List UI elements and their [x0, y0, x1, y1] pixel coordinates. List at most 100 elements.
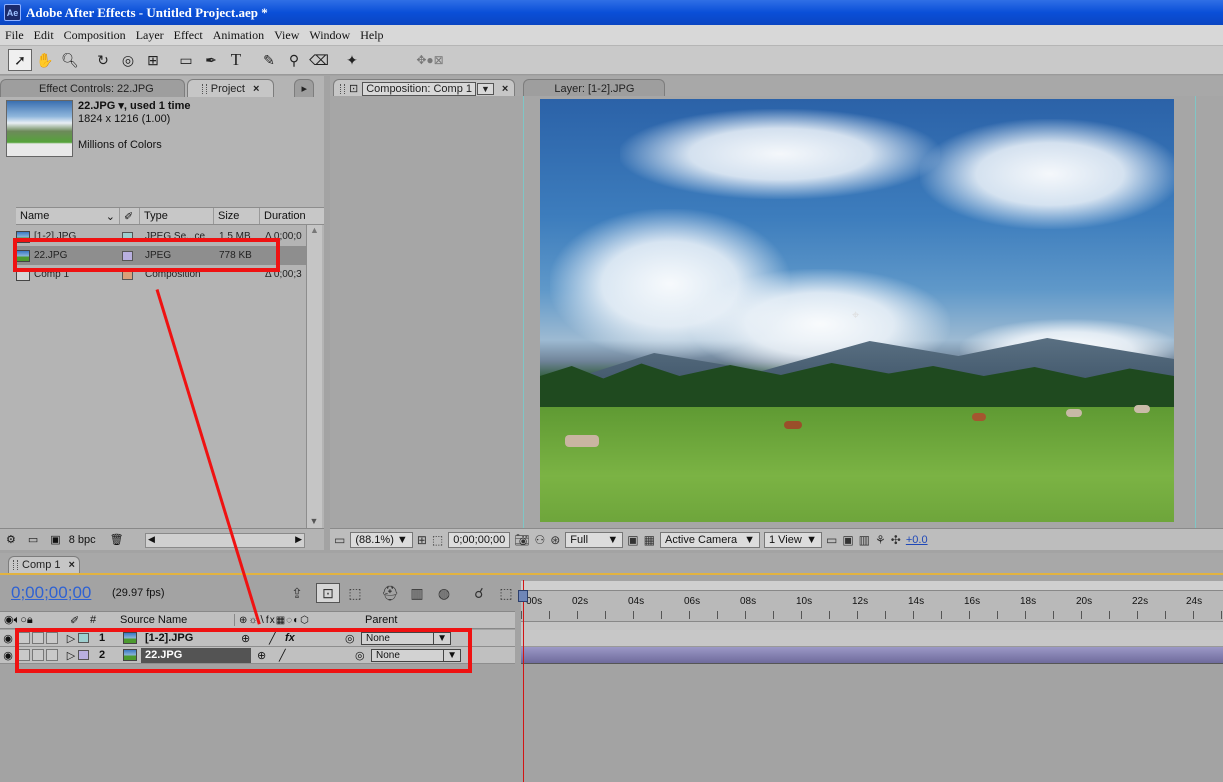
- motion-blur-icon[interactable]: ◍: [432, 583, 456, 603]
- menu-animation[interactable]: Animation: [208, 28, 269, 43]
- menu-window[interactable]: Window: [304, 28, 355, 43]
- reset-exposure-icon[interactable]: ✣: [891, 533, 901, 547]
- pixel-aspect-icon[interactable]: ▭: [826, 533, 837, 547]
- column-parent[interactable]: Parent: [365, 614, 465, 626]
- current-time-field[interactable]: 0;00;00;00: [448, 531, 511, 548]
- tab-layer-label: Layer: [1-2].JPG: [554, 82, 635, 95]
- resolution-dropdown[interactable]: Full ▼: [565, 531, 624, 548]
- project-item-info: 22.JPG ▾, used 1 time 1824 x 1216 (1.00)…: [6, 100, 326, 164]
- composition-viewer[interactable]: ⌖: [330, 96, 1223, 528]
- panel-menu-button[interactable]: ▸: [294, 79, 314, 97]
- mask-visibility-icon[interactable]: ⬚: [432, 533, 443, 547]
- hide-shy-layers-icon[interactable]: ⛑: [378, 583, 402, 603]
- menu-help[interactable]: Help: [355, 28, 388, 43]
- comp-mini-flowchart-icon[interactable]: ⇪: [285, 583, 309, 603]
- scroll-up-icon[interactable]: ▲: [307, 225, 322, 235]
- graph-editor-icon[interactable]: ⬚: [494, 583, 518, 603]
- new-folder-icon[interactable]: ▭: [28, 533, 38, 546]
- tab-composition[interactable]: ⊡ Composition: Comp 1 ▼ ×: [333, 79, 516, 97]
- column-label-icon[interactable]: ✐: [120, 208, 140, 224]
- chevron-down-icon: ⌄: [105, 210, 115, 223]
- scroll-down-icon[interactable]: ▼: [307, 516, 321, 526]
- camera-dropdown[interactable]: Active Camera ▼: [659, 531, 760, 548]
- type-tool-icon[interactable]: T: [224, 49, 248, 71]
- clone-stamp-icon[interactable]: ⚲: [282, 49, 306, 71]
- transparency-grid-icon[interactable]: ▦: [644, 533, 655, 547]
- fast-previews-icon[interactable]: ▣: [842, 533, 853, 547]
- eye-icon[interactable]: ◉: [0, 647, 16, 663]
- scroll-right-icon[interactable]: ▶: [295, 534, 302, 545]
- live-update-icon[interactable]: ⊡: [316, 583, 340, 603]
- selection-tool-icon[interactable]: ➚: [8, 49, 32, 71]
- eye-icon[interactable]: ◉: [0, 630, 16, 646]
- tab-project[interactable]: Project ×: [186, 79, 275, 97]
- label-column-icon[interactable]: ✐: [70, 614, 90, 627]
- new-composition-icon[interactable]: ▣: [50, 533, 60, 546]
- selected-item-name[interactable]: 22.JPG ▾, used 1 time: [78, 100, 191, 113]
- composition-tabs: ⊡ Composition: Comp 1 ▼ × Layer: [1-2].J…: [333, 77, 667, 97]
- region-of-interest-icon[interactable]: ▣: [627, 533, 638, 547]
- timeline-icon[interactable]: ▥: [859, 533, 870, 547]
- zoom-tool-icon[interactable]: 🔍︎: [58, 49, 82, 71]
- rotation-tool-icon[interactable]: ↻: [91, 49, 115, 71]
- close-icon[interactable]: ×: [253, 83, 259, 95]
- time-ruler[interactable]: 00s 02s 04s 06s 08s 10s 12s 14s 16s 18s …: [521, 581, 1223, 631]
- scroll-left-icon[interactable]: ◀: [148, 534, 155, 545]
- column-duration[interactable]: Duration: [260, 208, 324, 224]
- column-size[interactable]: Size: [214, 208, 260, 224]
- draft-3d-icon[interactable]: ⬚: [343, 583, 367, 603]
- show-snapshot-icon[interactable]: ⚇: [534, 533, 545, 547]
- menu-edit[interactable]: Edit: [29, 28, 59, 43]
- chevron-down-icon[interactable]: ▼: [477, 82, 494, 95]
- exposure-value[interactable]: +0.0: [906, 534, 928, 546]
- menu-composition[interactable]: Composition: [59, 28, 131, 43]
- eraser-icon[interactable]: ⌫: [307, 49, 331, 71]
- orbit-camera-icon[interactable]: ◎: [116, 49, 140, 71]
- tab-layer[interactable]: Layer: [1-2].JPG: [523, 79, 666, 97]
- color-depth-button[interactable]: 8 bpc: [69, 534, 96, 546]
- layer-duration-bar[interactable]: [521, 647, 1223, 664]
- hand-tool-icon[interactable]: ✋: [33, 49, 57, 71]
- close-icon[interactable]: ×: [69, 559, 75, 571]
- flowchart-icon[interactable]: ⚘: [875, 533, 886, 547]
- current-time-indicator[interactable]: [523, 580, 524, 782]
- menu-file[interactable]: File: [0, 28, 29, 43]
- project-horizontal-scrollbar[interactable]: ◀ ▶: [145, 533, 305, 548]
- axis-mode-icons[interactable]: ✥●⊠: [405, 49, 455, 71]
- always-preview-icon[interactable]: ▭: [334, 533, 345, 547]
- menu-layer[interactable]: Layer: [131, 28, 169, 43]
- pan-behind-icon[interactable]: ⊞: [141, 49, 165, 71]
- project-vertical-scrollbar[interactable]: ▲ ▼: [306, 225, 322, 528]
- lock-icon[interactable]: ⊡: [349, 82, 358, 95]
- timeline-current-time[interactable]: 0;00;00;00: [11, 583, 91, 603]
- pen-tool-icon[interactable]: ✒: [199, 49, 223, 71]
- menu-view[interactable]: View: [269, 28, 304, 43]
- safe-margins-icon[interactable]: ⊞: [417, 533, 427, 547]
- layer-duration-bar[interactable]: [521, 630, 1223, 647]
- column-source-name[interactable]: Source Name: [120, 614, 235, 626]
- column-type[interactable]: Type: [140, 208, 214, 224]
- footage-thumbnail: [6, 100, 73, 157]
- interpret-footage-icon[interactable]: ⚙: [6, 533, 16, 546]
- view-layout-dropdown[interactable]: 1 View ▼: [763, 531, 822, 548]
- menu-effect[interactable]: Effect: [169, 28, 208, 43]
- brush-tool-icon[interactable]: ✎: [257, 49, 281, 71]
- project-footer: ⚙ ▭ ▣ 8 bpc 🗑︎ ◀ ▶: [0, 528, 324, 550]
- column-name[interactable]: Name ⌄: [16, 208, 120, 224]
- selected-item-dimensions: 1824 x 1216 (1.00): [78, 113, 171, 125]
- tab-composition-label: Composition: Comp 1: [362, 81, 476, 96]
- puppet-pin-icon[interactable]: ✦: [340, 49, 364, 71]
- rectangle-mask-icon[interactable]: ▭: [174, 49, 198, 71]
- trash-icon[interactable]: 🗑︎: [110, 533, 124, 546]
- magnification-dropdown[interactable]: (88.1%) ▼: [350, 531, 413, 548]
- current-time-indicator-head[interactable]: [518, 590, 528, 602]
- brainstorm-icon[interactable]: ☌: [467, 583, 491, 603]
- frame-blending-icon[interactable]: ▥: [405, 583, 429, 603]
- column-number[interactable]: #: [90, 614, 120, 626]
- tab-effect-controls[interactable]: Effect Controls: 22.JPG: [0, 79, 185, 97]
- close-icon[interactable]: ×: [502, 83, 508, 95]
- work-area-bar[interactable]: [521, 581, 1223, 591]
- snapshot-icon[interactable]: 📷︎: [514, 533, 529, 547]
- tab-comp-timeline[interactable]: Comp 1 ×: [8, 556, 80, 573]
- channel-icon[interactable]: ⊛: [550, 533, 560, 547]
